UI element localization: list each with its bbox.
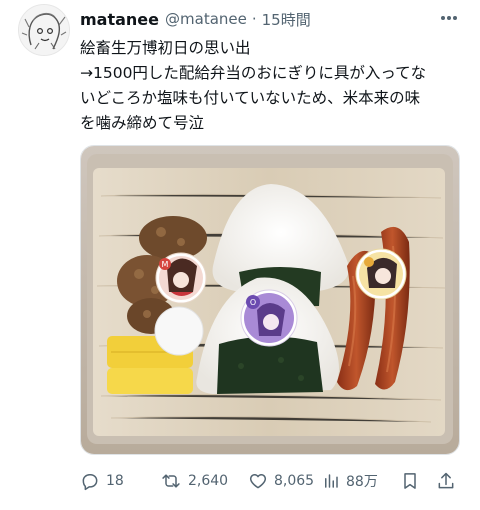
retweet-button[interactable]: 2,640 bbox=[160, 466, 228, 496]
like-button[interactable]: 8,065 bbox=[248, 466, 314, 496]
avatar-sketch-icon bbox=[19, 5, 69, 55]
share-icon bbox=[438, 472, 454, 489]
sticker-m: M bbox=[155, 252, 207, 304]
share-button[interactable] bbox=[436, 466, 456, 496]
svg-text:O: O bbox=[250, 298, 256, 307]
more-button[interactable] bbox=[436, 6, 462, 30]
reply-icon bbox=[82, 474, 98, 491]
more-icon bbox=[441, 16, 457, 20]
retweet-icon bbox=[162, 474, 180, 488]
bookmark-button[interactable] bbox=[400, 466, 420, 496]
reply-button[interactable]: 18 bbox=[80, 466, 124, 496]
avatar[interactable] bbox=[18, 4, 70, 56]
sticker-girl bbox=[355, 248, 407, 300]
reply-count: 18 bbox=[106, 473, 124, 489]
tweet-text-line: を噛み締めて号泣 bbox=[80, 114, 205, 132]
bookmark-icon bbox=[404, 473, 416, 489]
sticker-o: O bbox=[240, 289, 298, 347]
retweet-count: 2,640 bbox=[188, 473, 229, 489]
heart-icon bbox=[249, 474, 267, 489]
like-count: 8,065 bbox=[274, 473, 315, 489]
tweet-text-line: →1500円した配給弁当のおにぎりに具が入ってな bbox=[80, 64, 427, 82]
tweet-photo[interactable]: M O bbox=[80, 145, 460, 455]
display-name[interactable]: matanee bbox=[80, 10, 159, 29]
timestamp[interactable]: 15時間 bbox=[262, 9, 311, 30]
tweet-text-line: 絵畜生万博初日の思い出 bbox=[80, 39, 251, 57]
tweet-text: 絵畜生万博初日の思い出 →1500円した配給弁当のおにぎりに具が入ってな いどこ… bbox=[80, 36, 460, 136]
views-button[interactable]: 88万 bbox=[322, 466, 378, 496]
tweet: matanee @matanee · 15時間 絵畜生万博初日の思い出 →150… bbox=[0, 0, 480, 510]
blank-sticker bbox=[154, 306, 204, 356]
user-handle[interactable]: @matanee bbox=[165, 10, 247, 28]
views-icon bbox=[325, 474, 338, 488]
svg-text:M: M bbox=[162, 260, 169, 269]
bento-photo: M O bbox=[81, 146, 459, 454]
action-bar: 18 2,640 8,065 88万 bbox=[80, 466, 460, 496]
views-count: 88万 bbox=[346, 474, 378, 490]
tweet-header: matanee @matanee · 15時間 bbox=[80, 8, 311, 30]
separator-dot: · bbox=[251, 10, 257, 28]
tweet-text-line: いどころか塩味も付いていないため、米本来の味 bbox=[80, 89, 421, 107]
